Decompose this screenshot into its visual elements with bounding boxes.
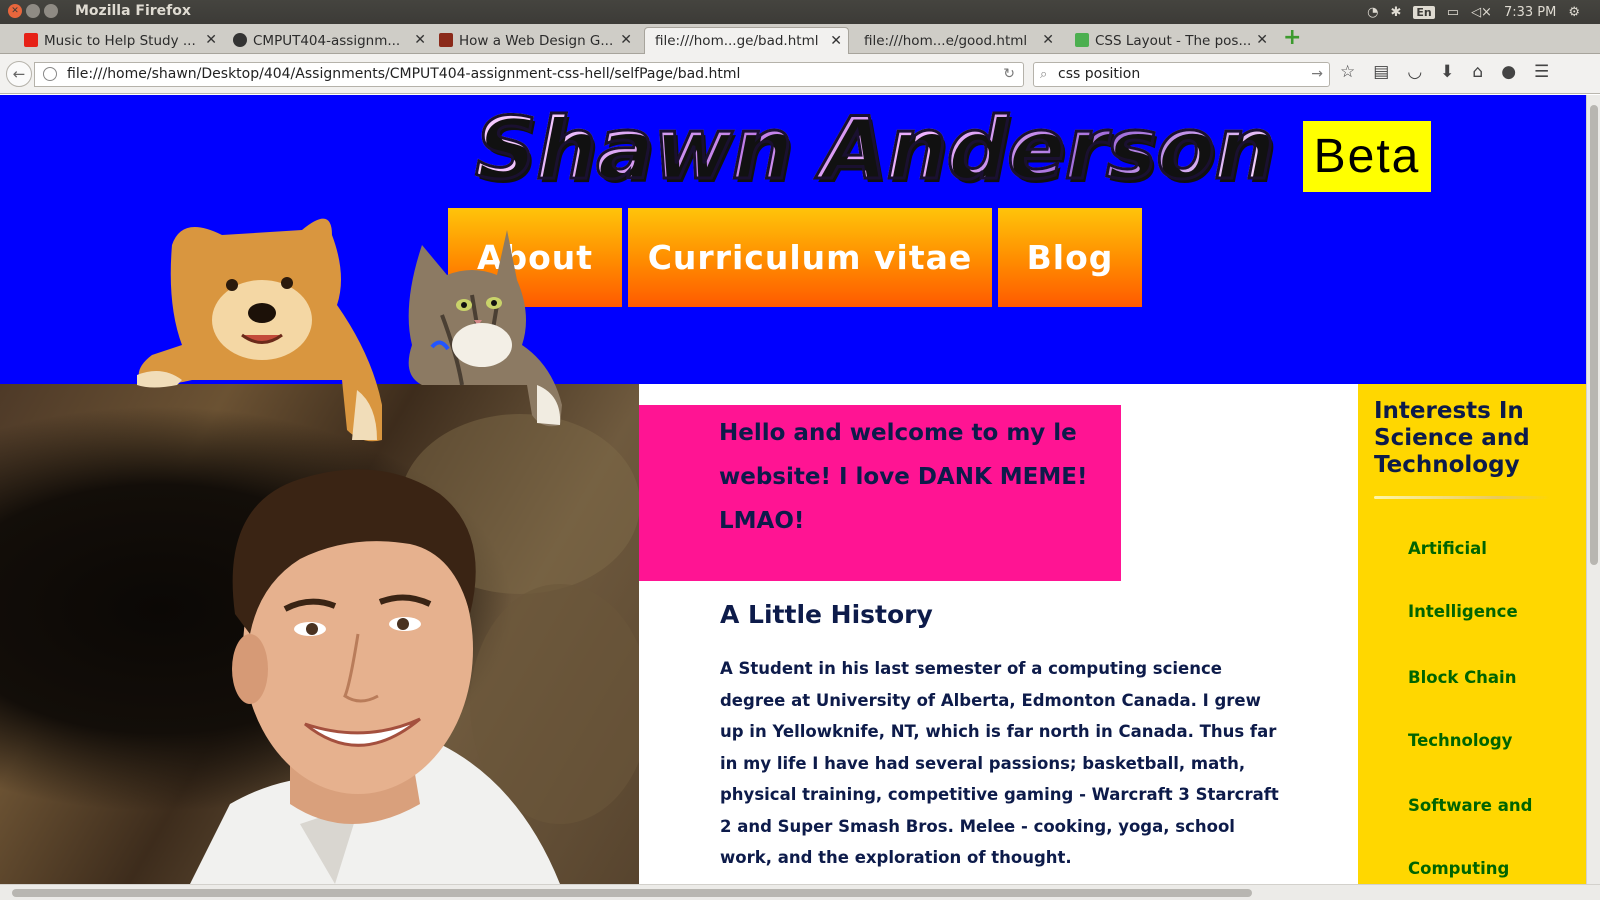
tab-close-icon[interactable]: ✕: [1042, 32, 1054, 48]
nav-cv-button[interactable]: Curriculum vitae: [628, 208, 992, 307]
window-minimize-button[interactable]: [26, 4, 40, 18]
tab-label: Music to Help Study ...: [44, 32, 196, 49]
volume-muted-icon[interactable]: ◁×: [1471, 5, 1492, 20]
sidebar-link-block-chain[interactable]: Block Chain: [1408, 668, 1516, 687]
tab-label: How a Web Design G...: [459, 32, 614, 49]
tab-close-icon[interactable]: ✕: [830, 33, 842, 49]
system-tray: ◔ ✱ En ▭ ◁× 7:33 PM ⚙: [1367, 0, 1600, 24]
bluetooth-icon[interactable]: ✱: [1391, 5, 1402, 20]
bookmark-star-icon[interactable]: ☆: [1340, 62, 1355, 82]
url-text[interactable]: file:///home/shawn/Desktop/404/Assignmen…: [67, 66, 740, 82]
search-value[interactable]: css position: [1058, 66, 1140, 82]
search-go-arrow-icon[interactable]: →: [1311, 63, 1323, 86]
page-icon: [439, 33, 453, 47]
tab-label: CMPUT404-assignm...: [253, 32, 401, 49]
beta-badge: Beta: [1303, 121, 1431, 192]
navigation-toolbar: ← file:///home/shawn/Desktop/404/Assignm…: [0, 54, 1600, 94]
back-arrow-icon[interactable]: ←: [6, 61, 32, 87]
sidebar-link-intelligence[interactable]: Intelligence: [1408, 602, 1518, 621]
new-tab-plus-icon[interactable]: +: [1283, 27, 1301, 49]
sidebar-link-technology[interactable]: Technology: [1408, 731, 1512, 750]
toolbar-icons: ☆ ▤ ◡ ⬇ ⌂ ● ☰: [1340, 62, 1549, 82]
tab-close-icon[interactable]: ✕: [1256, 32, 1268, 48]
search-input[interactable]: ⌕ css position →: [1033, 62, 1330, 87]
tab-label: file:///hom...ge/bad.html: [655, 33, 819, 49]
home-icon[interactable]: ⌂: [1472, 62, 1483, 82]
pocket-icon[interactable]: ◡: [1407, 62, 1422, 82]
tab-bad-html[interactable]: file:///hom...ge/bad.html ✕: [644, 27, 849, 54]
reload-icon[interactable]: ↻: [1003, 63, 1015, 86]
vertical-scrollbar-thumb[interactable]: [1590, 105, 1598, 565]
window-close-button[interactable]: ✕: [8, 4, 22, 18]
search-icon: ⌕: [1040, 67, 1048, 82]
welcome-banner: Hello and welcome to my le website! I lo…: [639, 405, 1121, 581]
window-maximize-button[interactable]: [44, 4, 58, 18]
dog-image: [132, 205, 402, 445]
history-paragraph: A Student in his last semester of a comp…: [720, 659, 1279, 867]
tab-music-study[interactable]: Music to Help Study ... ✕: [22, 27, 217, 54]
youtube-icon: [24, 33, 38, 47]
tab-close-icon[interactable]: ✕: [205, 32, 217, 48]
history-heading: A Little History: [720, 600, 933, 629]
clock[interactable]: 7:33 PM: [1504, 5, 1556, 20]
sidebar-link-software[interactable]: Software and: [1408, 796, 1532, 815]
tab-close-icon[interactable]: ✕: [414, 32, 426, 48]
reading-list-icon[interactable]: ▤: [1373, 62, 1389, 82]
keyboard-language-indicator[interactable]: En: [1413, 5, 1435, 19]
sidebar-link-computing[interactable]: Computing: [1408, 859, 1509, 878]
downloads-icon[interactable]: ⬇: [1440, 62, 1454, 82]
globe-icon[interactable]: [43, 67, 57, 81]
battery-icon[interactable]: ▭: [1447, 5, 1459, 20]
tab-css-layout[interactable]: CSS Layout - The pos... ✕: [1073, 27, 1268, 54]
tab-github-assignment[interactable]: CMPUT404-assignm... ✕: [231, 27, 426, 54]
url-bar[interactable]: file:///home/shawn/Desktop/404/Assignmen…: [34, 62, 1024, 87]
tab-label: CSS Layout - The pos...: [1095, 32, 1252, 49]
horizontal-scrollbar[interactable]: [0, 884, 1600, 900]
chat-icon[interactable]: ●: [1501, 62, 1516, 82]
tab-web-design[interactable]: How a Web Design G... ✕: [437, 27, 632, 54]
w3schools-icon: [1075, 33, 1089, 47]
tab-good-html[interactable]: file:///hom...e/good.html ✕: [858, 27, 1058, 54]
sidebar-title: Interests In Science and Technology: [1374, 398, 1530, 478]
settings-gear-icon[interactable]: ⚙: [1568, 5, 1580, 20]
hamburger-menu-icon[interactable]: ☰: [1534, 62, 1549, 82]
tab-strip: Music to Help Study ... ✕ CMPUT404-assig…: [0, 24, 1600, 54]
nav-blog-button[interactable]: Blog: [998, 208, 1142, 307]
vertical-scrollbar[interactable]: [1586, 95, 1600, 884]
profile-photo: [0, 384, 639, 884]
interests-sidebar: Interests In Science and Technology Arti…: [1358, 384, 1586, 884]
tab-label: file:///hom...e/good.html: [864, 32, 1028, 49]
horizontal-scrollbar-thumb[interactable]: [12, 889, 1252, 897]
sidebar-link-artificial[interactable]: Artificial: [1408, 539, 1487, 558]
sidebar-divider: [1374, 496, 1550, 499]
wifi-icon[interactable]: ◔: [1367, 5, 1378, 20]
window-title: Mozilla Firefox: [75, 3, 191, 19]
page-viewport: Shawn Anderson Beta About Curriculum vit…: [0, 95, 1586, 884]
tab-close-icon[interactable]: ✕: [620, 32, 632, 48]
window-titlebar: ✕ Mozilla Firefox ◔ ✱ En ▭ ◁× 7:33 PM ⚙: [0, 0, 1600, 24]
cat-image: [402, 225, 577, 430]
site-title: Shawn Anderson: [473, 98, 1276, 201]
github-icon: [233, 33, 247, 47]
portrait-illustration: [190, 414, 639, 884]
